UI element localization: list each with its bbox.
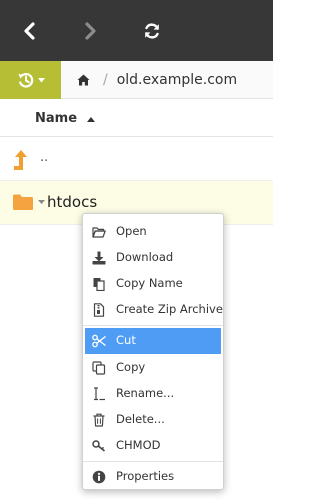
menu-item-label: Copy bbox=[116, 360, 146, 374]
refresh-button[interactable] bbox=[122, 0, 182, 61]
menu-item-delete[interactable]: Delete... bbox=[83, 407, 223, 433]
menu-item-open[interactable]: Open bbox=[83, 219, 223, 245]
menu-item-label: Create Zip Archive bbox=[116, 302, 223, 316]
forward-button[interactable] bbox=[60, 0, 120, 61]
menu-item-label: Open bbox=[116, 224, 147, 238]
chevron-left-icon bbox=[24, 21, 35, 40]
parent-directory-label: .. bbox=[40, 150, 49, 165]
history-icon bbox=[18, 73, 33, 88]
refresh-icon bbox=[145, 22, 159, 39]
path-bar: / old.example.com bbox=[0, 61, 273, 99]
chevron-right-icon bbox=[85, 21, 96, 40]
history-dropdown-button[interactable] bbox=[0, 61, 61, 99]
sort-ascending-icon bbox=[86, 116, 95, 122]
menu-item-label: Delete... bbox=[116, 412, 165, 426]
menu-item-copy-name[interactable]: Copy Name bbox=[83, 271, 223, 297]
text-cursor-icon bbox=[94, 387, 105, 401]
menu-item-create-zip-archive[interactable]: Create Zip Archive bbox=[83, 297, 223, 323]
scissors-icon bbox=[92, 334, 106, 348]
download-icon bbox=[92, 251, 106, 265]
breadcrumb-separator: / bbox=[103, 72, 108, 88]
zip-archive-icon bbox=[93, 303, 105, 317]
caret-down-icon bbox=[37, 77, 45, 82]
breadcrumb: / old.example.com bbox=[61, 61, 273, 99]
back-button[interactable] bbox=[0, 0, 60, 61]
trash-icon bbox=[93, 413, 105, 427]
top-toolbar bbox=[0, 0, 273, 61]
caret-down-icon[interactable] bbox=[38, 200, 45, 205]
level-up-icon bbox=[14, 150, 27, 170]
folder-open-icon bbox=[92, 227, 106, 238]
key-icon bbox=[92, 440, 106, 452]
menu-item-properties[interactable]: Properties bbox=[83, 464, 223, 490]
folder-name: htdocs bbox=[47, 193, 98, 211]
menu-item-label: Properties bbox=[116, 469, 175, 483]
menu-item-chmod[interactable]: CHMOD bbox=[83, 433, 223, 459]
context-menu: Open Download Copy Name Create Zip Archi… bbox=[82, 213, 224, 490]
menu-item-copy[interactable]: Copy bbox=[83, 355, 223, 381]
menu-item-label: Rename... bbox=[116, 386, 175, 400]
copy-name-icon bbox=[93, 278, 105, 291]
menu-item-label: Copy Name bbox=[116, 276, 183, 290]
name-column-header[interactable]: Name bbox=[35, 111, 95, 126]
breadcrumb-current-path[interactable]: old.example.com bbox=[117, 72, 237, 88]
menu-item-rename[interactable]: Rename... bbox=[83, 381, 223, 407]
menu-item-download[interactable]: Download bbox=[83, 245, 223, 271]
menu-item-label: Download bbox=[116, 250, 174, 264]
copy-icon bbox=[92, 361, 106, 375]
table-row[interactable]: .. bbox=[0, 137, 273, 181]
name-column-label: Name bbox=[35, 110, 78, 126]
menu-item-cut[interactable]: Cut bbox=[85, 328, 221, 354]
folder-icon bbox=[13, 194, 33, 210]
menu-divider bbox=[83, 461, 223, 462]
menu-divider bbox=[83, 325, 223, 326]
file-list-header: Name bbox=[0, 100, 273, 137]
menu-item-label: CHMOD bbox=[116, 438, 161, 452]
menu-item-label: Cut bbox=[116, 333, 136, 347]
info-icon bbox=[92, 470, 106, 484]
home-icon[interactable] bbox=[77, 74, 90, 86]
